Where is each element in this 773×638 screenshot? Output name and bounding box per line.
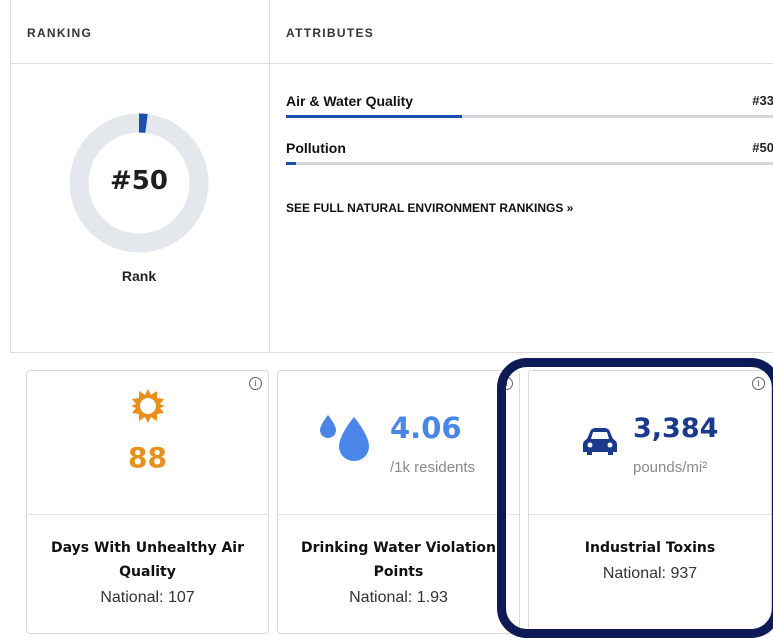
stat-title-line: Points [373, 564, 424, 580]
attribute-rank: #50 [752, 140, 773, 155]
stat-card-unhealthy-air-days[interactable]: i 88 Days With Unhealthy Air Quality Nat… [26, 370, 269, 634]
stat-national: National: 1.93 [349, 589, 448, 606]
header-row: RANKING ATTRIBUTES [11, 0, 773, 64]
column-divider [269, 0, 270, 352]
sun-icon [131, 389, 165, 423]
info-icon[interactable]: i [249, 377, 262, 390]
attribute-progress-track [286, 115, 773, 118]
stat-card-top: i 88 [27, 371, 268, 515]
stat-national: National: 107 [100, 589, 195, 606]
stat-title-line: Quality [119, 564, 176, 580]
attribute-progress-fill [286, 162, 296, 165]
highlight-outline [497, 358, 773, 638]
rank-value: #50 [110, 166, 168, 196]
stat-title: Days With Unhealthy Air Quality [35, 536, 260, 584]
see-full-rankings-link[interactable]: SEE FULL NATURAL ENVIRONMENT RANKINGS » [286, 201, 573, 215]
ranking-header: RANKING [27, 26, 93, 40]
attribute-rank: #33 [752, 93, 773, 108]
attributes-header: ATTRIBUTES [286, 26, 375, 40]
stat-value: 88 [128, 441, 167, 474]
water-drops-icon [320, 415, 369, 461]
stat-value: 4.06 [390, 411, 462, 445]
rank-label: Rank [121, 268, 157, 284]
attribute-name: Air & Water Quality [286, 93, 414, 109]
stat-title-line: Days With Unhealthy Air [51, 540, 244, 556]
stat-card-drinking-water[interactable]: i 4.06 /1k residents Drinking Water Viol… [277, 370, 520, 634]
stat-unit: /1k residents [390, 459, 476, 476]
attribute-progress-track [286, 162, 773, 165]
attribute-pollution[interactable]: Pollution #50 [286, 140, 773, 172]
stat-title-line: Drinking Water Violation [301, 540, 496, 556]
attribute-air-water-quality[interactable]: Air & Water Quality #33 [286, 93, 773, 125]
attribute-name: Pollution [286, 140, 346, 156]
stat-card-top: i 4.06 /1k residents [278, 371, 519, 515]
stat-title: Drinking Water Violation Points [286, 536, 511, 584]
rankings-panel: RANKING ATTRIBUTES #50 Rank Air & Water … [10, 0, 773, 353]
attribute-progress-fill [286, 115, 462, 118]
